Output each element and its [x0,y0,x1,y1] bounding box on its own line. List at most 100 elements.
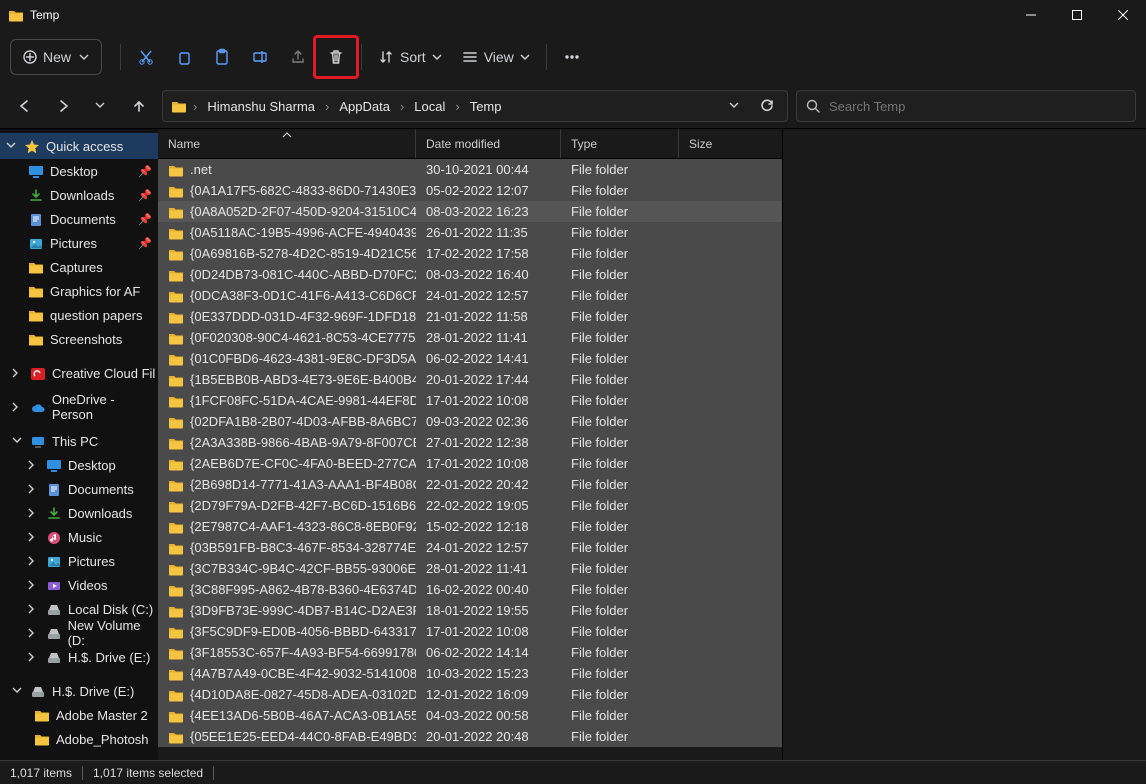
table-row[interactable]: {2AEB6D7E-CF0C-4FA0-BEED-277CAC5E3...17-… [158,453,782,474]
folder-icon [168,583,184,597]
table-row[interactable]: {0E337DDD-031D-4F32-969F-1DFD189964...21… [158,306,782,327]
back-button[interactable] [10,91,40,121]
folder-icon [168,667,184,681]
refresh-button[interactable] [753,92,781,120]
cut-button[interactable] [127,39,165,75]
close-button[interactable] [1100,0,1146,30]
up-button[interactable] [124,91,154,121]
folder-icon [168,310,184,324]
table-row[interactable]: {1B5EBB0B-ABD3-4E73-9E6E-B400B45B1...20-… [158,369,782,390]
table-row[interactable]: {03B591FB-B8C3-467F-8534-328774E9BD...24… [158,537,782,558]
minimize-button[interactable] [1008,0,1054,30]
folder-icon [168,394,184,408]
table-row[interactable]: {4A7B7A49-0CBE-4F42-9032-5141008D4D...10… [158,663,782,684]
pin-icon: 📌 [138,237,152,250]
table-row[interactable]: {3F18553C-657F-4A93-BF54-66991780AE6...0… [158,642,782,663]
sidebar-item[interactable]: Adobe Master 2 [0,703,158,727]
address-dropdown[interactable] [721,92,749,120]
breadcrumb-seg[interactable]: AppData [333,97,396,116]
more-button[interactable] [553,39,591,75]
table-row[interactable]: {01C0FBD6-4623-4381-9E8C-DF3D5ABF8...06-… [158,348,782,369]
folder-icon [168,730,184,744]
folder-icon [168,226,184,240]
sidebar-item[interactable]: Captures [0,255,158,279]
sidebar-item[interactable]: Documents📌 [0,207,158,231]
search-input[interactable] [829,99,1127,114]
copy-button[interactable] [165,39,203,75]
sidebar-item[interactable]: H.$. Drive (E:) [0,645,158,669]
sidebar-item[interactable]: This PC [0,429,158,453]
table-row[interactable]: {3D9FB73E-999C-4DB7-B14C-D2AE3FC7A...18-… [158,600,782,621]
col-name[interactable]: Name [158,129,416,158]
share-button[interactable] [279,39,317,75]
col-size[interactable]: Size [679,129,782,158]
table-row[interactable]: {02DFA1B8-2B07-4D03-AFBB-8A6BC7C0...09-0… [158,411,782,432]
sidebar-item[interactable]: New Volume (D: [0,621,158,645]
folder-icon [168,436,184,450]
table-row[interactable]: {0D24DB73-081C-440C-ABBD-D70FC2371...08-… [158,264,782,285]
table-row[interactable]: {1FCF08FC-51DA-4CAE-9981-44EF8DCA5...17-… [158,390,782,411]
folder-icon [168,499,184,513]
table-row[interactable]: {2A3A338B-9866-4BAB-9A79-8F007CBD8...27-… [158,432,782,453]
paste-button[interactable] [203,39,241,75]
col-type[interactable]: Type [561,129,679,158]
delete-button[interactable] [317,39,355,75]
folder-icon [8,8,24,22]
sidebar-item[interactable]: Documents [0,477,158,501]
sidebar-item[interactable]: Pictures📌 [0,231,158,255]
sort-button[interactable]: Sort [368,39,452,75]
sidebar-item[interactable]: Downloads📌 [0,183,158,207]
table-row[interactable]: {3C7B334C-9B4C-42CF-BB55-93006E3E9...28-… [158,558,782,579]
table-row[interactable]: {4EE13AD6-5B0B-46A7-ACA3-0B1A55237...04-… [158,705,782,726]
view-button[interactable]: View [452,39,540,75]
sidebar-item[interactable]: Desktop [0,453,158,477]
sidebar-item[interactable]: Pictures [0,549,158,573]
col-date[interactable]: Date modified [416,129,561,158]
table-row[interactable]: {0A69816B-5278-4D2C-8519-4D21C5646B...17… [158,243,782,264]
folder-icon [168,646,184,660]
new-button[interactable]: New [10,39,102,75]
table-row[interactable]: {4D10DA8E-0827-45D8-ADEA-03102DC2...12-0… [158,684,782,705]
column-headers: Name Date modified Type Size [158,129,782,159]
sidebar-item[interactable]: Downloads [0,501,158,525]
selected-count: 1,017 items selected [93,766,203,780]
folder-icon [168,247,184,261]
search-box[interactable] [796,90,1136,122]
pin-icon: 📌 [138,165,152,178]
sidebar-item[interactable]: H.$. Drive (E:) [0,679,158,703]
folder-icon [168,541,184,555]
folder-icon [168,709,184,723]
table-row[interactable]: {3C88F995-A862-4B78-B360-4E6374D143...16… [158,579,782,600]
sidebar-item[interactable]: OneDrive - Person [0,395,158,419]
table-row[interactable]: .net30-10-2021 00:44File folder [158,159,782,180]
breadcrumb-seg[interactable]: Temp [464,97,508,116]
table-row[interactable]: {0A1A17F5-682C-4833-86D0-71430E31EF...05… [158,180,782,201]
address-bar[interactable]: › Himanshu Sharma › AppData › Local › Te… [162,90,788,122]
sidebar-item[interactable]: Videos [0,573,158,597]
breadcrumb-seg[interactable]: Local [408,97,451,116]
table-row[interactable]: {2D79F79A-D2FB-42F7-BC6D-1516B6710...22-… [158,495,782,516]
sidebar-item[interactable]: Graphics for AF [0,279,158,303]
rename-button[interactable] [241,39,279,75]
table-row[interactable]: {2B698D14-7771-41A3-AAA1-BF4B08CA0...22-… [158,474,782,495]
sidebar-item[interactable]: Adobe_Photosh [0,727,158,751]
recent-button[interactable] [86,91,116,121]
maximize-button[interactable] [1054,0,1100,30]
forward-button[interactable] [48,91,78,121]
sidebar-item[interactable]: Music [0,525,158,549]
folder-icon [168,373,184,387]
sidebar-item[interactable]: Creative Cloud Fil [0,361,158,385]
table-row[interactable]: {3F5C9DF9-ED0B-4056-BBBD-64331725E5...17… [158,621,782,642]
sidebar-item[interactable]: Desktop📌 [0,159,158,183]
table-row[interactable]: {0A5118AC-19B5-4996-ACFE-4940439D9...26-… [158,222,782,243]
table-row[interactable]: {2E7987C4-AAF1-4323-86C8-8EB0F92F23...15… [158,516,782,537]
breadcrumb-seg[interactable]: Himanshu Sharma [201,97,321,116]
sidebar-item[interactable]: Quick access [0,133,158,159]
sidebar-item[interactable]: Screenshots [0,327,158,351]
table-row[interactable]: {05EE1E25-EED4-44C0-8FAB-E49BD39420...20… [158,726,782,747]
table-row[interactable]: {0A8A052D-2F07-450D-9204-31510C4DA...08-… [158,201,782,222]
toolbar: New Sort View [0,30,1146,84]
sidebar-item[interactable]: question papers [0,303,158,327]
table-row[interactable]: {0F020308-90C4-4621-8C53-4CE7775A6A...28… [158,327,782,348]
table-row[interactable]: {0DCA38F3-0D1C-41F6-A413-C6D6CFB4...24-0… [158,285,782,306]
